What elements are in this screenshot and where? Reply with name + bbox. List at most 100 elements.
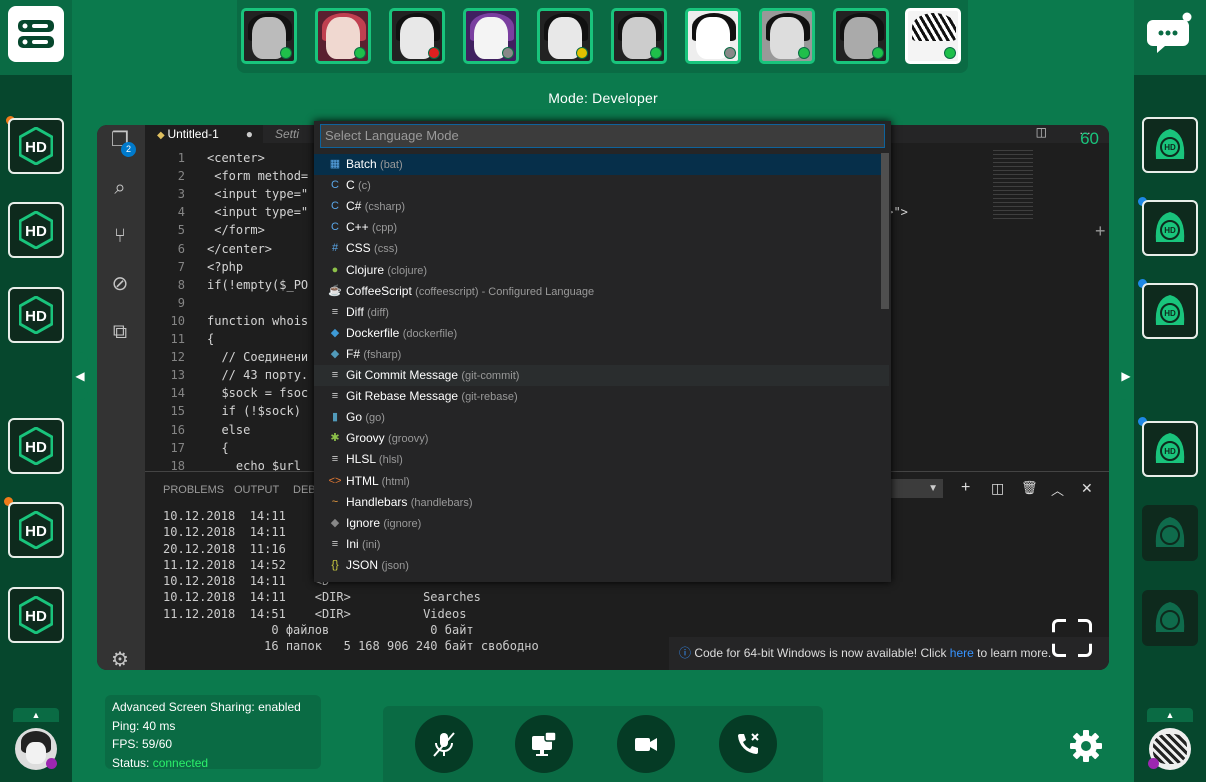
language-item[interactable]: # CSS (css) bbox=[314, 238, 889, 259]
channel-button-1[interactable]: HD bbox=[1142, 117, 1198, 173]
learn-more-link[interactable]: here bbox=[950, 646, 974, 660]
participant-avatar[interactable] bbox=[759, 8, 815, 64]
participant-avatar[interactable] bbox=[389, 8, 445, 64]
split-editor-icon[interactable]: ◫ bbox=[1036, 125, 1047, 139]
status-dot bbox=[724, 47, 736, 59]
terminal-line: 0 файлов 0 байт bbox=[163, 623, 474, 638]
debug-icon[interactable]: ⊘ bbox=[107, 271, 133, 297]
language-item[interactable]: ~ Handlebars (handlebars) bbox=[314, 492, 889, 513]
camera-button[interactable] bbox=[617, 715, 675, 773]
expand-up-button[interactable]: ▲ bbox=[13, 708, 59, 722]
collapse-right-button[interactable]: ▶ bbox=[1118, 352, 1134, 400]
maximize-panel-icon[interactable]: ︿ bbox=[1051, 480, 1064, 499]
language-id: (git-rebase) bbox=[461, 391, 518, 404]
mute-mic-button[interactable] bbox=[415, 715, 473, 773]
split-terminal-icon[interactable]: ◫ bbox=[991, 480, 1004, 497]
language-item[interactable]: ≡ Git Rebase Message (git-rebase) bbox=[314, 386, 889, 407]
search-icon[interactable]: ⌕ bbox=[107, 175, 133, 201]
settings-button[interactable] bbox=[1068, 728, 1104, 769]
channel-button-2[interactable]: HD bbox=[1142, 200, 1198, 256]
tab-problems[interactable]: PROBLEMS bbox=[163, 484, 224, 496]
expand-up-button[interactable]: ▲ bbox=[1147, 708, 1193, 722]
language-name: C# bbox=[346, 199, 362, 214]
language-item[interactable]: ● Clojure (clojure) bbox=[314, 260, 889, 281]
language-mode-picker: Select Language Mode ▦ Batch (bat) C C (c) C… bbox=[314, 121, 891, 582]
tab-untitled[interactable]: ◆ Untitled-1 ● bbox=[145, 125, 263, 143]
terminal-select[interactable]: ▼ bbox=[891, 479, 943, 498]
participant-avatar[interactable] bbox=[833, 8, 889, 64]
server-button-6[interactable]: HD bbox=[8, 587, 64, 643]
code-line: if(!empty($_PO bbox=[207, 277, 309, 292]
code-line: { bbox=[207, 332, 215, 346]
language-item[interactable]: {} JSON (json) bbox=[314, 555, 889, 576]
channel-button-4[interactable]: HD bbox=[1142, 421, 1198, 477]
participant-avatar[interactable] bbox=[241, 8, 297, 64]
language-name: Ignore bbox=[346, 515, 381, 530]
participant-avatar[interactable] bbox=[463, 8, 519, 64]
language-item[interactable]: ◆ Ignore (ignore) bbox=[314, 513, 889, 534]
server-list-button[interactable] bbox=[8, 6, 64, 62]
php-icon: ◆ bbox=[157, 130, 168, 141]
language-item[interactable]: C C++ (cpp) bbox=[314, 217, 889, 238]
language-name: Go bbox=[346, 410, 363, 425]
collapse-left-button[interactable]: ◀ bbox=[72, 352, 88, 400]
language-search-input[interactable]: Select Language Mode bbox=[320, 124, 885, 148]
language-item[interactable]: ▦ Batch (bat) bbox=[314, 154, 889, 175]
language-item[interactable]: ≡ Git Commit Message (git-commit) bbox=[314, 365, 889, 386]
language-name: JSON bbox=[346, 557, 379, 572]
language-item[interactable]: ▮ Go (go) bbox=[314, 407, 889, 428]
new-terminal-icon[interactable]: + bbox=[961, 479, 970, 497]
add-icon[interactable]: + bbox=[1095, 221, 1106, 242]
picker-scrollbar[interactable] bbox=[881, 153, 889, 309]
tab-output[interactable]: OUTPUT bbox=[234, 484, 279, 496]
tab-label: Setti bbox=[275, 127, 300, 141]
language-item[interactable]: ≡ HLSL (hlsl) bbox=[314, 449, 889, 470]
channel-button-6[interactable] bbox=[1142, 590, 1198, 646]
language-name: Git Commit Message bbox=[346, 368, 459, 382]
language-item[interactable]: ≡ Ini (ini) bbox=[314, 534, 889, 555]
channel-button-5[interactable] bbox=[1142, 505, 1198, 561]
language-id: (coffeescript) - Configured Language bbox=[415, 285, 595, 298]
language-icon: ≡ bbox=[331, 305, 339, 318]
server-button-2[interactable]: HD bbox=[8, 202, 64, 258]
participant-avatar[interactable] bbox=[611, 8, 667, 64]
language-item[interactable]: CC (c) bbox=[314, 175, 889, 196]
screen-share-button[interactable] bbox=[515, 715, 573, 773]
language-item[interactable]: ◆ Dockerfile (dockerfile) bbox=[314, 323, 889, 344]
source-control-icon[interactable]: ⑂ bbox=[107, 223, 133, 249]
server-button-1[interactable]: HD bbox=[8, 118, 64, 174]
chat-button[interactable] bbox=[1142, 6, 1198, 62]
extensions-icon[interactable]: ⧉ bbox=[107, 319, 133, 345]
language-item[interactable]: C C# (csharp) bbox=[314, 196, 889, 217]
language-item[interactable]: ☕ CoffeeScript (coffeescript) - Configure… bbox=[314, 281, 889, 302]
language-item[interactable]: <> HTML (html) bbox=[314, 471, 889, 492]
trash-icon[interactable]: 🗑 bbox=[1021, 480, 1038, 496]
status-dot bbox=[1148, 758, 1159, 769]
settings-gear-icon[interactable]: ⚙ bbox=[107, 647, 133, 670]
participant-avatar[interactable] bbox=[315, 8, 371, 64]
end-call-button[interactable] bbox=[719, 715, 777, 773]
language-id: (html) bbox=[381, 475, 410, 488]
server-button-5[interactable]: HD bbox=[8, 502, 64, 558]
participant-avatar[interactable] bbox=[537, 8, 593, 64]
status-dot bbox=[872, 47, 884, 59]
language-item[interactable]: ≡ Diff (diff) bbox=[314, 302, 889, 323]
minimap[interactable] bbox=[993, 150, 1033, 220]
server-button-3[interactable]: HD bbox=[8, 287, 64, 343]
server-button-4[interactable]: HD bbox=[8, 418, 64, 474]
svg-text:HD: HD bbox=[25, 223, 47, 240]
code-line: <?php bbox=[207, 259, 244, 274]
participant-avatar[interactable] bbox=[685, 8, 741, 64]
close-panel-icon[interactable]: ✕ bbox=[1081, 480, 1093, 497]
svg-text:HD: HD bbox=[1164, 309, 1176, 318]
channel-button-3[interactable]: HD bbox=[1142, 283, 1198, 339]
server-list-icon bbox=[18, 20, 54, 48]
hd-helmet-icon: HD bbox=[1155, 433, 1185, 463]
participant-avatar[interactable] bbox=[905, 8, 961, 64]
language-item[interactable]: ✱ Groovy (groovy) bbox=[314, 428, 889, 449]
line-number: 14 bbox=[170, 386, 185, 401]
update-notification: ⓘ Code for 64-bit Windows is now availab… bbox=[669, 637, 1109, 670]
language-id: (hlsl) bbox=[378, 454, 403, 467]
language-item[interactable]: ◆ F# (fsharp) bbox=[314, 344, 889, 365]
language-id: (bat) bbox=[380, 159, 403, 171]
